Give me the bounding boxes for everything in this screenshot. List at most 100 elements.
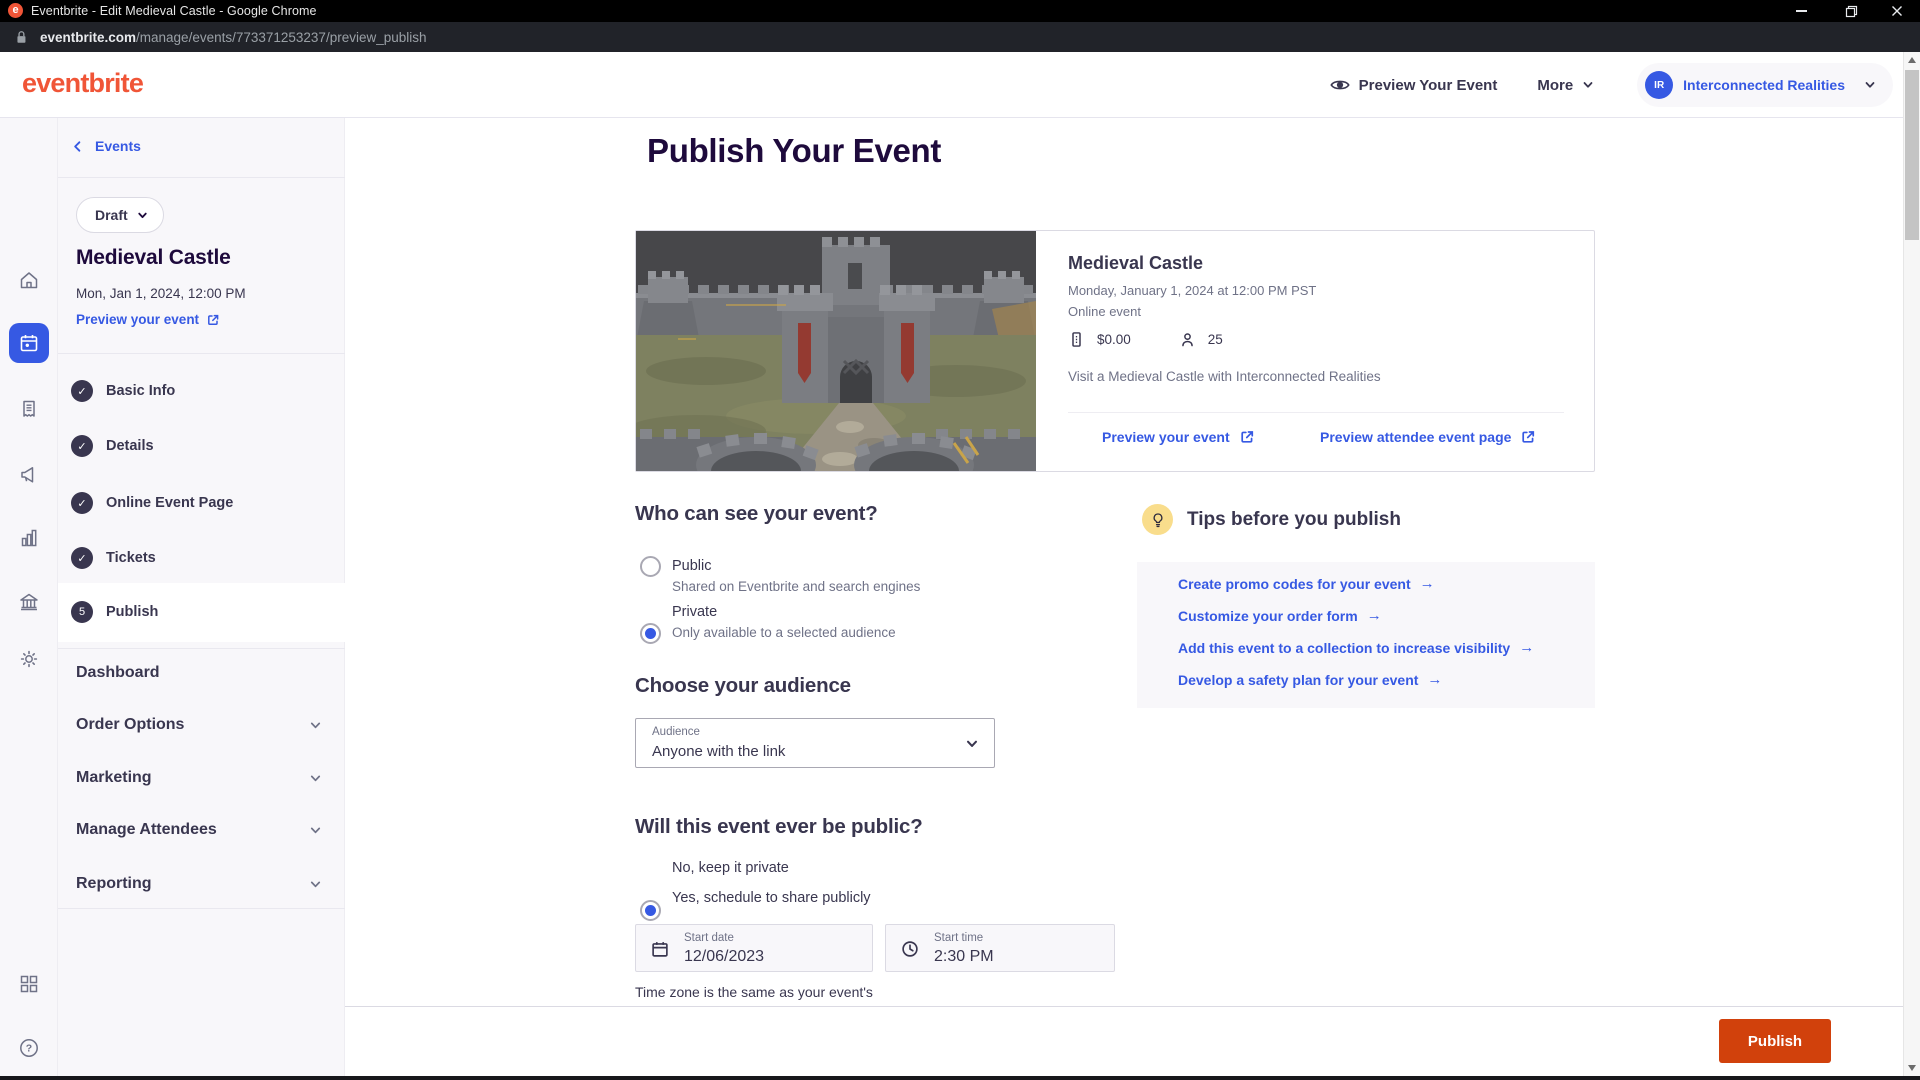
sidebar-item-reporting[interactable]: Reporting: [58, 864, 345, 904]
account-menu[interactable]: IR Interconnected Realities: [1637, 63, 1893, 107]
sidebar-item-dashboard[interactable]: Dashboard: [58, 653, 345, 693]
visibility-heading: Who can see your event?: [635, 502, 878, 526]
settings-nav-button[interactable]: [9, 639, 49, 679]
step-check-icon: ✓: [71, 435, 93, 457]
check-glyph: ✓: [77, 440, 86, 453]
audience-heading: Choose your audience: [635, 674, 851, 698]
step-label: Publish: [106, 604, 158, 620]
help-button[interactable]: ?: [9, 1028, 49, 1068]
minimize-icon: [1796, 10, 1807, 12]
chevron-down-icon: [308, 823, 323, 838]
step-publish[interactable]: 5 Publish: [58, 592, 345, 632]
chevron-down-icon: [964, 736, 980, 752]
divider: [1068, 412, 1564, 413]
radio-public[interactable]: [640, 556, 661, 577]
step-number: 5: [79, 606, 85, 618]
tip-link-collection[interactable]: Add this event to a collection to increa…: [1178, 639, 1534, 656]
page-scrollbar[interactable]: [1903, 52, 1920, 1076]
orders-nav-button[interactable]: [9, 389, 49, 429]
start-date-input[interactable]: Start date 12/06/2023: [635, 924, 873, 972]
finance-nav-button[interactable]: [9, 582, 49, 622]
sidebar-item-manage-attendees[interactable]: Manage Attendees: [58, 810, 345, 850]
restore-button[interactable]: [1828, 0, 1874, 22]
radio-private[interactable]: [640, 623, 661, 644]
title-bar: e Eventbrite - Edit Medieval Castle - Go…: [0, 0, 1920, 22]
scrollbar-down-arrow-icon[interactable]: [1908, 1065, 1916, 1071]
divider: [58, 908, 345, 909]
external-link-icon: [206, 313, 220, 327]
preview-your-event-link[interactable]: Preview your event: [1102, 429, 1255, 445]
reports-nav-button[interactable]: [9, 518, 49, 558]
receipt-icon: [17, 397, 41, 421]
step-check-icon: ✓: [71, 380, 93, 402]
menu-label: Marketing: [76, 769, 152, 787]
close-icon: [1891, 5, 1903, 17]
home-nav-button[interactable]: [9, 260, 49, 300]
page-title: Publish Your Event: [647, 132, 941, 170]
start-date-value: 12/06/2023: [684, 948, 764, 966]
url-path: /manage/events/773371253237/preview_publ…: [136, 30, 426, 45]
account-name: Interconnected Realities: [1683, 77, 1845, 93]
step-tickets[interactable]: ✓ Tickets: [58, 538, 345, 578]
tip-link-label: Create promo codes for your event: [1178, 576, 1411, 592]
step-label: Details: [106, 438, 154, 454]
apps-nav-button[interactable]: [9, 964, 49, 1004]
audience-select[interactable]: Audience Anyone with the link: [635, 718, 995, 768]
event-summary-card: Medieval Castle Monday, January 1, 2024 …: [635, 230, 1595, 472]
clock-icon: [899, 938, 921, 960]
avatar: IR: [1645, 71, 1673, 99]
scrollbar-up-arrow-icon[interactable]: [1908, 57, 1916, 63]
step-basic-info[interactable]: ✓ Basic Info: [58, 371, 345, 411]
radio-public-label[interactable]: Public: [672, 558, 712, 574]
eye-icon: [1329, 74, 1351, 96]
scrollbar-thumb[interactable]: [1905, 70, 1919, 240]
preview-attendee-event-page-link[interactable]: Preview attendee event page: [1320, 429, 1536, 445]
radio-private-label[interactable]: Private: [672, 604, 717, 620]
radio-private-description: Only available to a selected audience: [672, 625, 896, 640]
step-label: Tickets: [106, 550, 156, 566]
tip-link-safety-plan[interactable]: Develop a safety plan for your event →: [1178, 671, 1442, 688]
megaphone-icon: [17, 462, 41, 486]
tip-link-label: Develop a safety plan for your event: [1178, 672, 1418, 688]
marketing-nav-button[interactable]: [9, 454, 49, 494]
start-time-label: Start time: [934, 932, 983, 944]
home-icon: [17, 268, 41, 292]
restore-icon: [1845, 5, 1858, 18]
sidebar-item-marketing[interactable]: Marketing: [58, 758, 345, 798]
arrow-right-icon: →: [1519, 639, 1534, 656]
step-label: Basic Info: [106, 383, 175, 399]
chevron-down-icon: [136, 209, 149, 222]
step-online-event-page[interactable]: ✓ Online Event Page: [58, 483, 345, 523]
tip-link-promo-codes[interactable]: Create promo codes for your event →: [1178, 575, 1435, 592]
step-details[interactable]: ✓ Details: [58, 426, 345, 466]
gear-icon: [17, 647, 41, 671]
events-nav-button[interactable]: [9, 323, 49, 363]
divider: [58, 177, 345, 178]
radio-keep-private[interactable]: [640, 900, 661, 921]
lightbulb-icon: [1148, 510, 1168, 530]
sidebar-event-title: Medieval Castle: [76, 246, 231, 270]
url-bar[interactable]: eventbrite.com/manage/events/77337125323…: [0, 22, 1920, 52]
radio-keep-private-label[interactable]: No, keep it private: [672, 860, 789, 876]
start-time-input[interactable]: Start time 2:30 PM: [885, 924, 1115, 972]
eventbrite-logo[interactable]: eventbrite: [22, 68, 143, 99]
close-button[interactable]: [1874, 0, 1920, 22]
lightbulb-badge: [1142, 504, 1173, 535]
step-number-badge: 5: [71, 601, 93, 623]
publish-button[interactable]: Publish: [1719, 1019, 1831, 1063]
more-button[interactable]: More: [1537, 77, 1595, 94]
radio-schedule-public-label[interactable]: Yes, schedule to share publicly: [672, 890, 871, 906]
arrow-right-icon: →: [1367, 607, 1382, 624]
preview-your-event-button[interactable]: Preview Your Event: [1329, 74, 1498, 96]
sidebar-item-order-options[interactable]: Order Options: [58, 705, 345, 745]
step-check-icon: ✓: [71, 492, 93, 514]
sidebar-event-datetime: Mon, Jan 1, 2024, 12:00 PM: [76, 286, 246, 301]
event-status-dropdown[interactable]: Draft: [76, 197, 164, 233]
castle-image: [636, 231, 1036, 471]
minimize-button[interactable]: [1778, 0, 1824, 22]
back-to-events-link[interactable]: Events: [70, 138, 141, 154]
sidebar-preview-event-link[interactable]: Preview your event: [76, 312, 220, 327]
chevron-down-icon: [308, 877, 323, 892]
divider: [58, 353, 345, 354]
tip-link-order-form[interactable]: Customize your order form →: [1178, 607, 1382, 624]
